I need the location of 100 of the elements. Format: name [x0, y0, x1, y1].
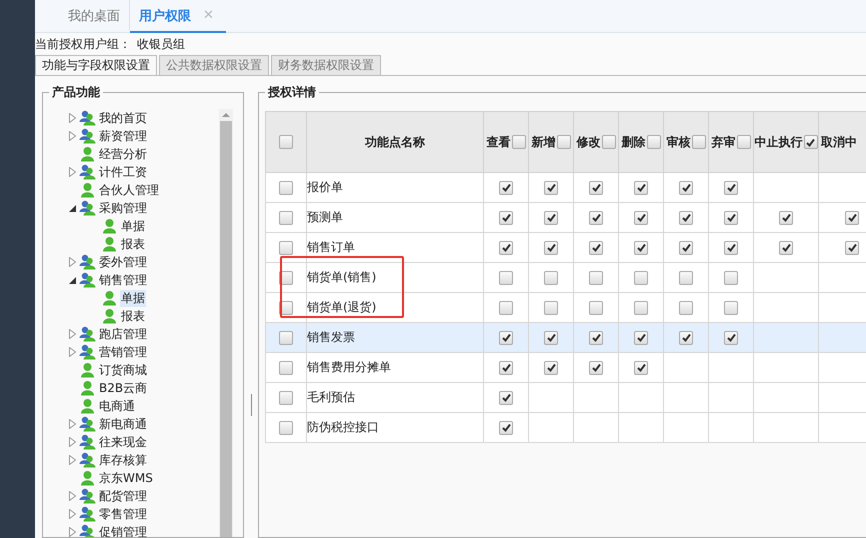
checkbox[interactable] — [589, 180, 603, 195]
checkbox[interactable] — [679, 210, 693, 225]
expand-arrow-icon[interactable] — [69, 329, 76, 339]
table-row[interactable]: 销售费用分摊单 — [266, 352, 866, 382]
tree-item[interactable]: 单据 — [120, 218, 146, 234]
checkbox[interactable] — [589, 240, 603, 255]
checkbox[interactable] — [724, 240, 738, 255]
table-row[interactable]: 销售订单 — [266, 232, 866, 262]
checkbox[interactable] — [646, 135, 660, 149]
expand-arrow-icon[interactable] — [69, 167, 76, 177]
tree-item[interactable]: 促销管理 — [98, 524, 148, 537]
checkbox[interactable] — [544, 270, 558, 285]
checkbox[interactable] — [679, 300, 693, 315]
checkbox[interactable] — [804, 135, 818, 149]
tree-item[interactable]: 我的首页 — [98, 110, 148, 126]
tree-item[interactable]: 报表 — [120, 308, 146, 324]
checkbox[interactable] — [845, 210, 859, 225]
tree-item[interactable]: 订货商城 — [98, 362, 148, 378]
tab[interactable]: 用户权限 ✕ — [130, 0, 226, 33]
checkbox[interactable] — [724, 270, 738, 285]
checkbox[interactable] — [589, 270, 603, 285]
checkbox[interactable] — [279, 210, 293, 225]
checkbox[interactable] — [499, 420, 513, 435]
checkbox[interactable] — [634, 330, 648, 345]
tree-item[interactable]: 库存核算 — [98, 452, 148, 468]
checkbox[interactable] — [512, 135, 526, 149]
checkbox[interactable] — [544, 330, 558, 345]
checkbox[interactable] — [499, 360, 513, 375]
checkbox[interactable] — [499, 210, 513, 225]
tree-item[interactable]: 新电商通 — [98, 416, 148, 432]
checkbox[interactable] — [499, 300, 513, 315]
checkbox[interactable] — [779, 240, 793, 255]
checkbox[interactable] — [279, 390, 293, 405]
collapse-arrow-icon[interactable] — [69, 204, 76, 212]
table-row[interactable]: 销货单(销售) — [266, 262, 866, 292]
tree-item[interactable]: B2B云商 — [98, 380, 148, 396]
tree-item[interactable]: 薪资管理 — [98, 128, 148, 144]
table-row[interactable]: 预测单 — [266, 202, 866, 232]
expand-arrow-icon[interactable] — [69, 509, 76, 519]
expand-arrow-icon[interactable] — [69, 257, 76, 267]
table-row[interactable]: 防伪税控接口 — [266, 412, 866, 442]
settings-tab[interactable]: 公共数据权限设置 — [159, 55, 269, 75]
checkbox[interactable] — [279, 180, 293, 195]
checkbox[interactable] — [634, 180, 648, 195]
checkbox[interactable] — [589, 210, 603, 225]
checkbox[interactable] — [845, 240, 859, 255]
tree-item[interactable]: 计件工资 — [98, 164, 148, 180]
tree-item[interactable]: 采购管理 — [98, 200, 148, 216]
checkbox[interactable] — [679, 240, 693, 255]
checkbox[interactable] — [279, 360, 293, 375]
checkbox[interactable] — [499, 390, 513, 405]
checkbox[interactable] — [679, 330, 693, 345]
checkbox[interactable] — [634, 360, 648, 375]
checkbox[interactable] — [724, 180, 738, 195]
checkbox[interactable] — [279, 135, 293, 150]
checkbox[interactable] — [724, 210, 738, 225]
checkbox[interactable] — [544, 300, 558, 315]
tree-item[interactable]: 配货管理 — [98, 488, 148, 504]
checkbox[interactable] — [736, 135, 750, 149]
expand-arrow-icon[interactable] — [69, 419, 76, 429]
tree-item[interactable]: 委外管理 — [98, 254, 148, 270]
checkbox[interactable] — [779, 210, 793, 225]
checkbox[interactable] — [544, 240, 558, 255]
tab[interactable]: 我的桌面 — [59, 0, 130, 31]
expand-arrow-icon[interactable] — [69, 113, 76, 123]
checkbox[interactable] — [556, 135, 570, 149]
checkbox[interactable] — [589, 360, 603, 375]
checkbox[interactable] — [602, 135, 616, 149]
checkbox[interactable] — [499, 180, 513, 195]
expand-arrow-icon[interactable] — [69, 527, 76, 537]
checkbox[interactable] — [634, 270, 648, 285]
settings-tab[interactable]: 财务数据权限设置 — [271, 55, 381, 75]
tree-item[interactable]: 往来现金 — [98, 434, 148, 450]
expand-arrow-icon[interactable] — [69, 491, 76, 501]
tree-item[interactable]: 跑店管理 — [98, 326, 148, 342]
checkbox[interactable] — [634, 210, 648, 225]
tree-item[interactable]: 营销管理 — [98, 344, 148, 360]
checkbox[interactable] — [589, 300, 603, 315]
scrollbar[interactable] — [219, 109, 233, 537]
tree-item[interactable]: 单据 — [120, 290, 146, 306]
tree-item[interactable]: 合伙人管理 — [98, 182, 160, 198]
settings-tab[interactable]: 功能与字段权限设置 — [35, 55, 157, 75]
checkbox[interactable] — [279, 240, 293, 255]
tree-item[interactable]: 京东WMS — [98, 470, 154, 486]
table-row[interactable]: 报价单 — [266, 172, 866, 202]
checkbox[interactable] — [634, 240, 648, 255]
expand-arrow-icon[interactable] — [69, 131, 76, 141]
checkbox[interactable] — [724, 330, 738, 345]
expand-arrow-icon[interactable] — [69, 347, 76, 357]
checkbox[interactable] — [279, 330, 293, 345]
checkbox[interactable] — [679, 180, 693, 195]
checkbox[interactable] — [692, 135, 706, 149]
checkbox[interactable] — [544, 360, 558, 375]
collapse-arrow-icon[interactable] — [69, 276, 76, 284]
expand-arrow-icon[interactable] — [69, 437, 76, 447]
checkbox[interactable] — [279, 420, 293, 435]
tree-item[interactable]: 销售管理 — [98, 272, 148, 288]
checkbox[interactable] — [499, 270, 513, 285]
checkbox[interactable] — [499, 330, 513, 345]
checkbox[interactable] — [634, 300, 648, 315]
